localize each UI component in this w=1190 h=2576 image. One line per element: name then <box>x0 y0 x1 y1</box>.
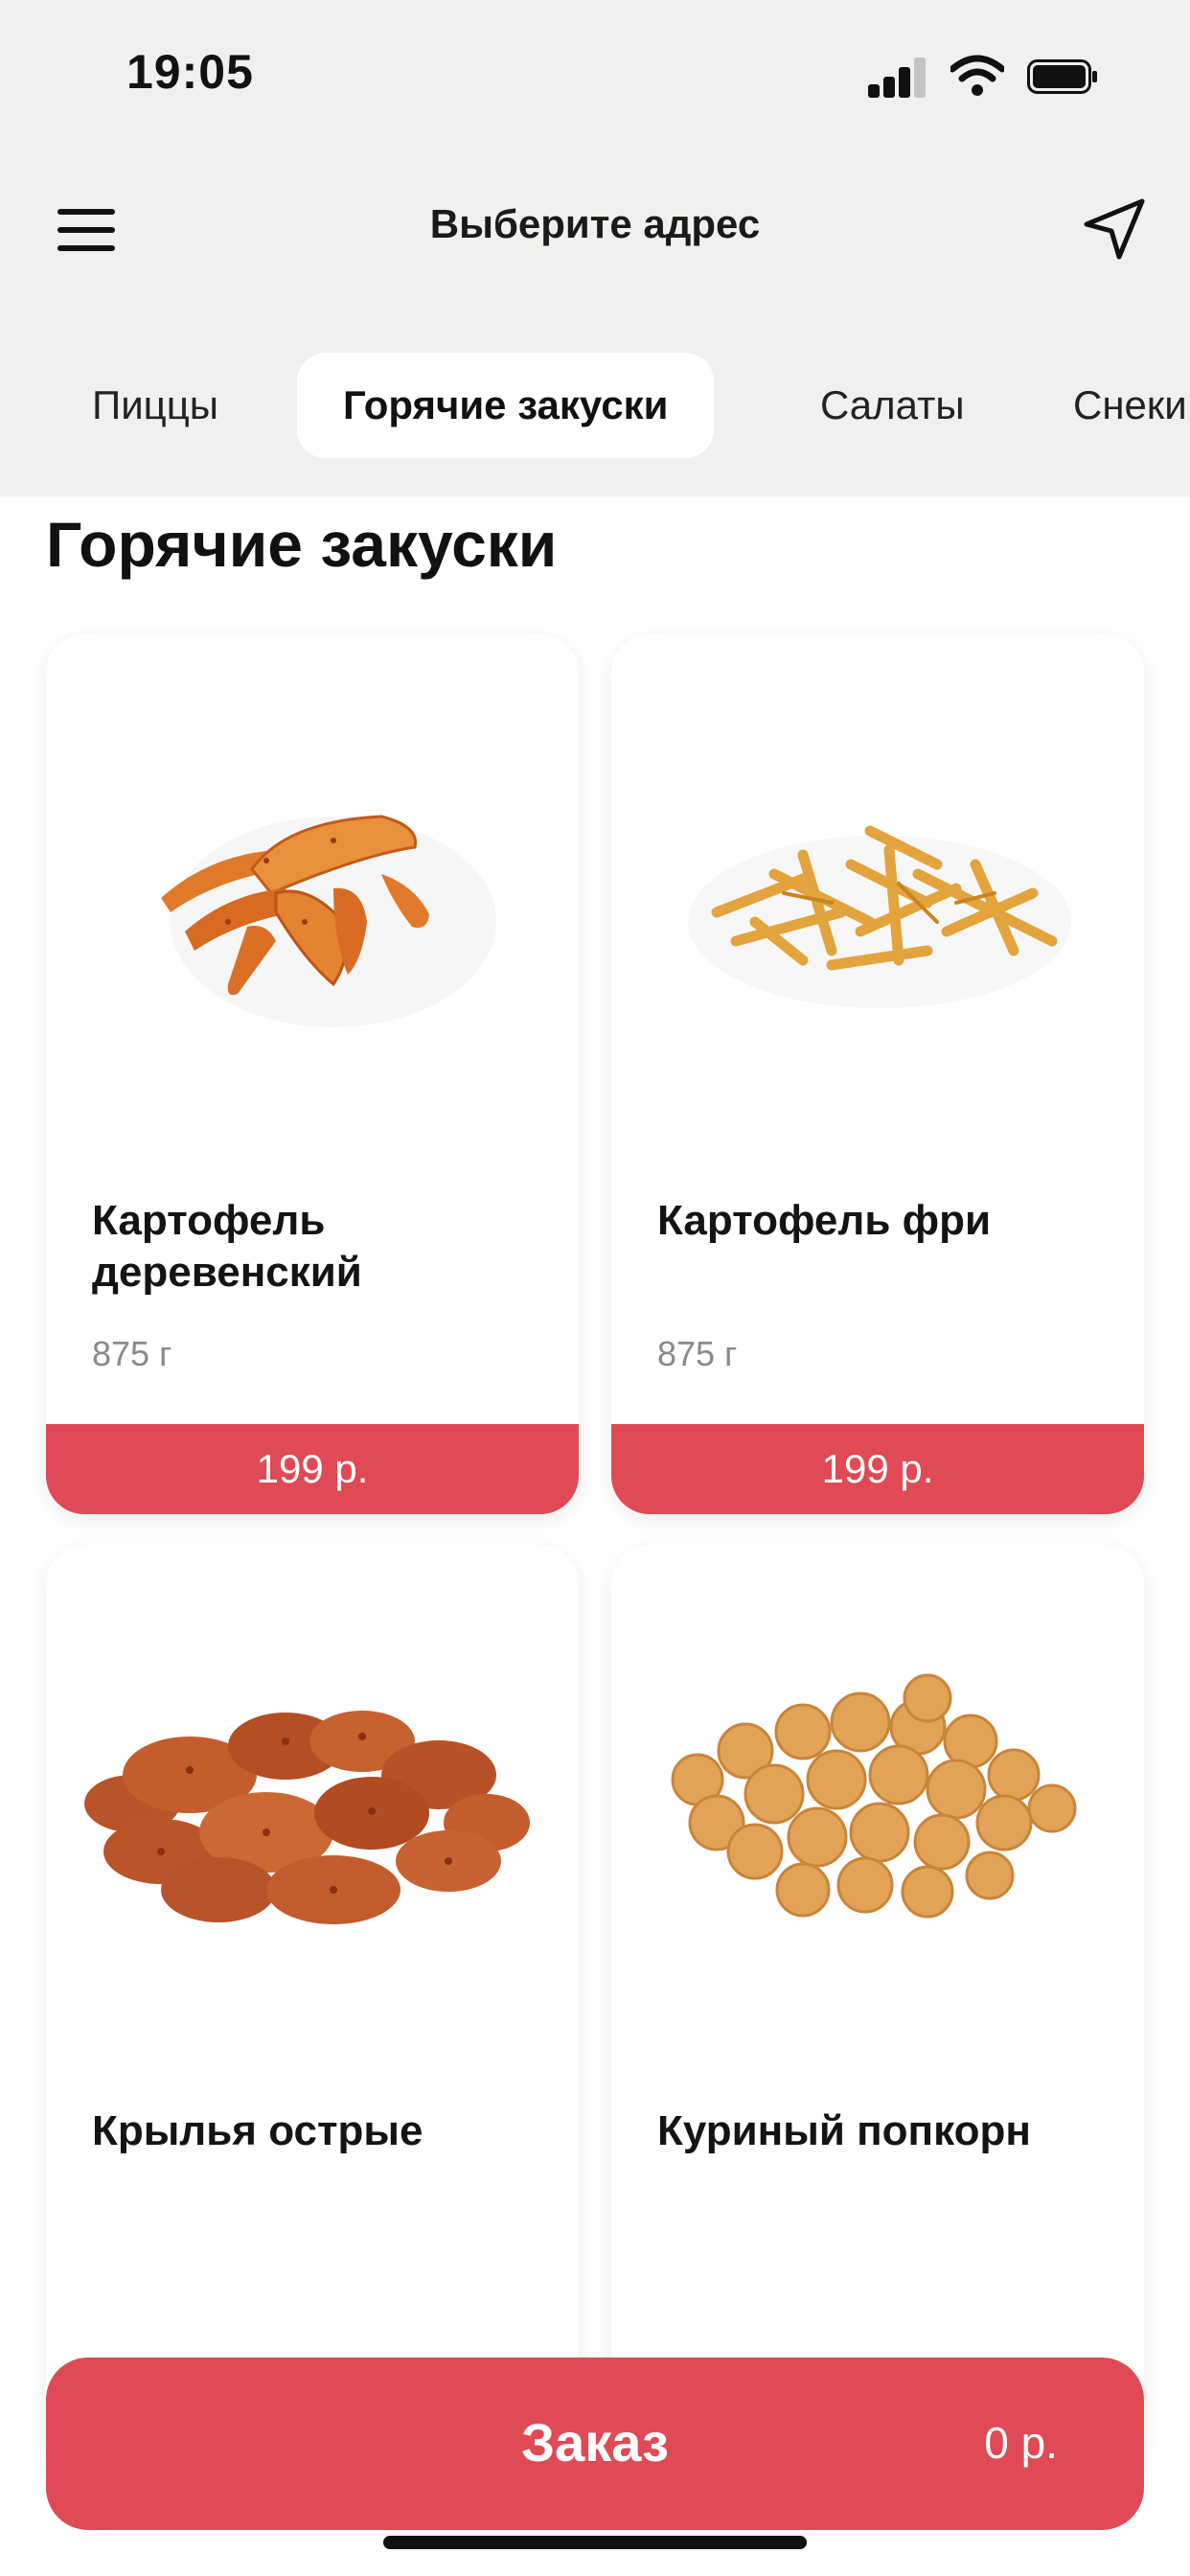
order-label: Заказ <box>521 2412 669 2472</box>
home-indicator <box>383 2536 807 2549</box>
tab-snacks[interactable]: Снеки <box>1073 353 1187 458</box>
wifi-icon <box>950 55 1004 96</box>
order-total: 0 р. <box>984 2418 1058 2468</box>
french-fries-image <box>688 825 1071 1008</box>
spicy-chicken-wings-image <box>84 1711 530 1924</box>
product-name: Куриный попкорн <box>657 2107 1031 2154</box>
section-title: Горячие закуски <box>46 509 558 580</box>
tab-salads[interactable]: Салаты <box>820 353 965 458</box>
tab-hot-appetizers[interactable]: Горячие закуски <box>297 353 715 458</box>
chicken-popcorn-image <box>671 1673 1077 1919</box>
product-name: Картофель фри <box>657 1197 992 1244</box>
product-weight: 875 г <box>92 1334 172 1373</box>
product-card-potato-wedges[interactable]: Картофель деревенский 875 г 199 р. <box>46 634 579 1514</box>
product-weight: 875 г <box>657 1334 738 1373</box>
tab-pizzas[interactable]: Пиццы <box>92 353 218 458</box>
product-card-chicken-popcorn[interactable]: Куриный попкорн <box>611 1545 1144 2465</box>
status-time: 19:05 <box>126 45 254 99</box>
product-name: Картофель деревенский <box>92 1197 362 1296</box>
product-card-spicy-wings[interactable]: Крылья острые <box>46 1545 579 2465</box>
potato-wedges-image <box>161 815 496 1027</box>
cellular-signal-icon <box>868 56 927 98</box>
price-button[interactable]: 199 р. <box>611 1424 1144 1514</box>
price-button[interactable]: 199 р. <box>46 1424 579 1514</box>
product-card-french-fries[interactable]: Картофель фри 875 г 199 р. <box>611 634 1144 1514</box>
address-selector[interactable]: Выберите адрес <box>0 201 1190 247</box>
product-name: Крылья острые <box>92 2107 423 2154</box>
order-button[interactable]: Заказ 0 р. <box>46 2358 1144 2530</box>
battery-icon <box>1027 59 1097 94</box>
navigation-arrow-icon[interactable] <box>1081 196 1148 263</box>
category-tabs: Пиццы Горячие закуски Салаты Снеки <box>0 353 1190 458</box>
